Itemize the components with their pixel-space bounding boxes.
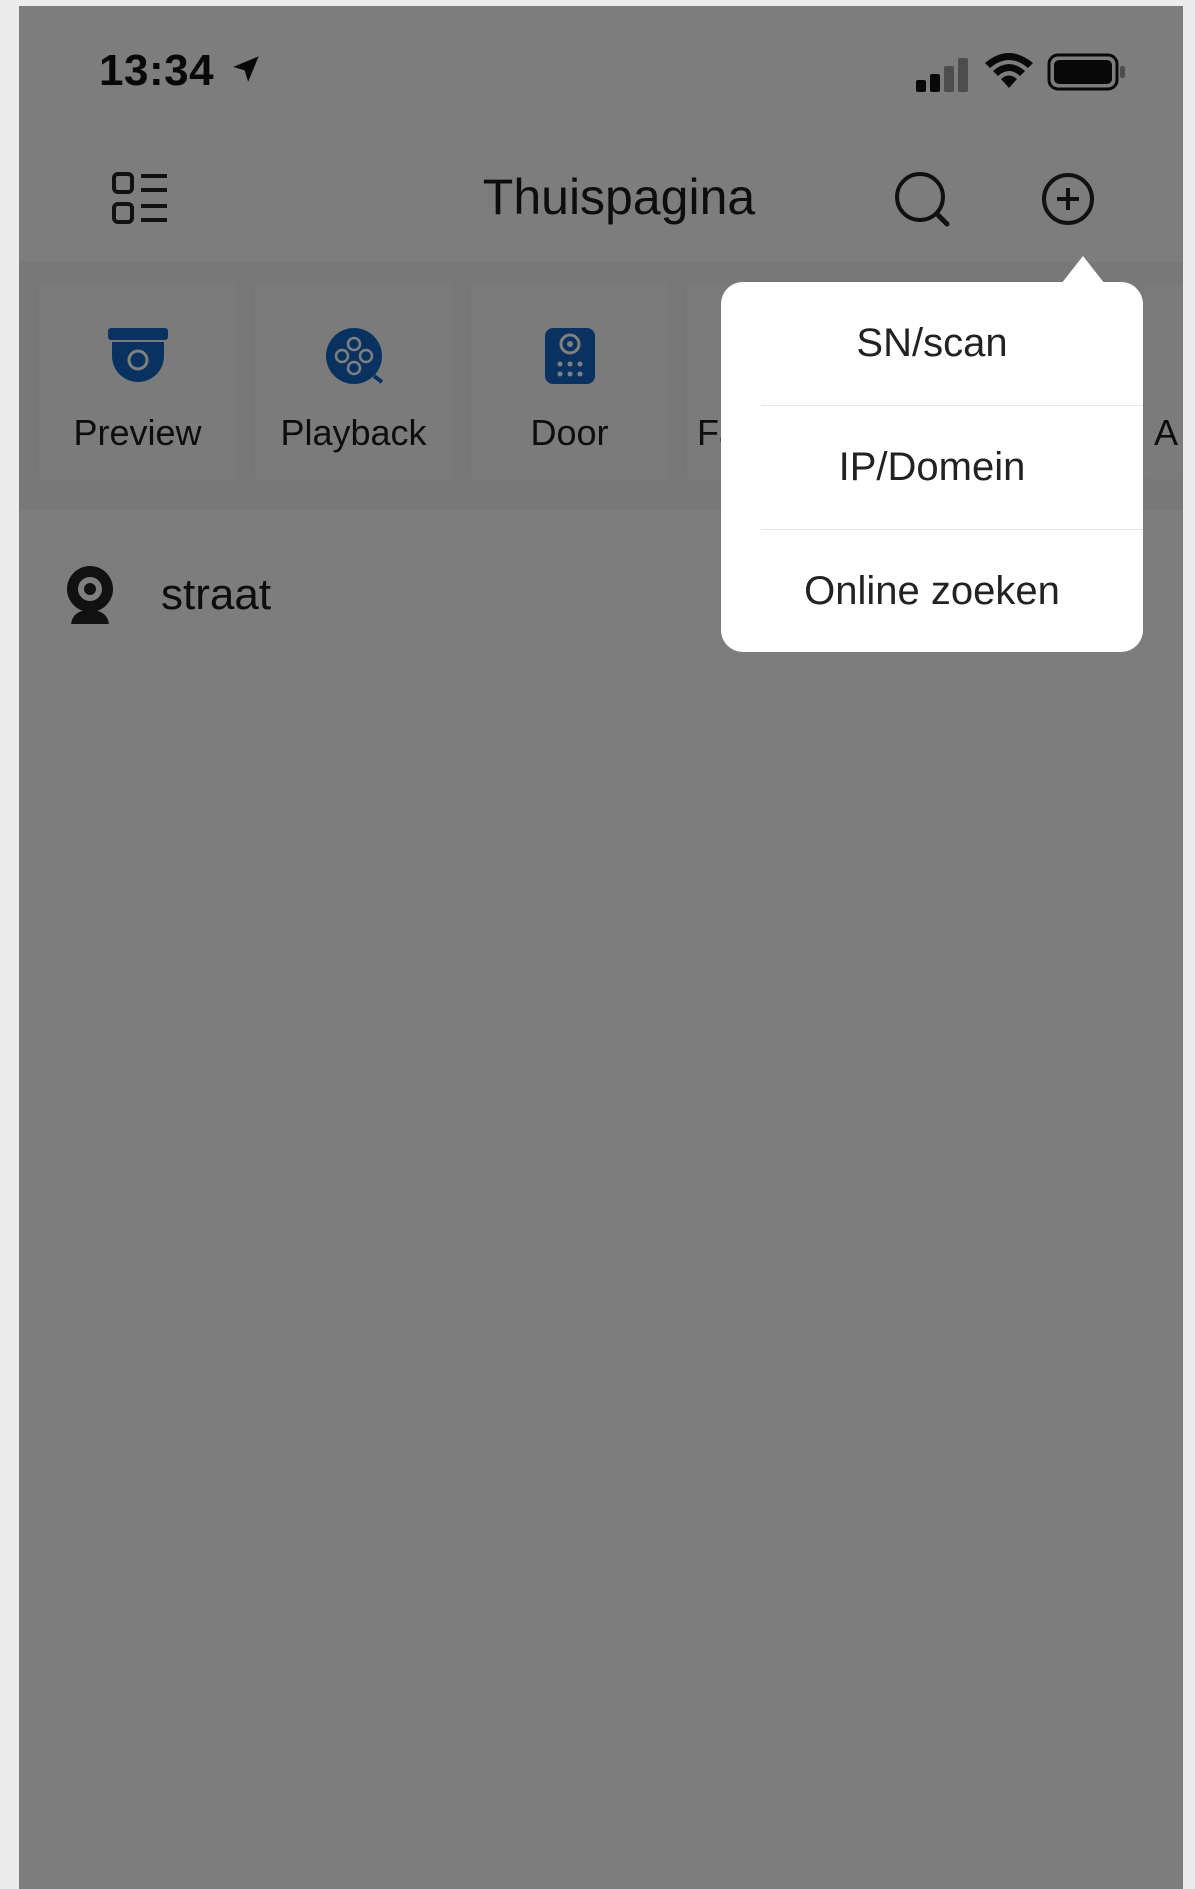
menu-item-online-search[interactable]: Online zoeken — [721, 530, 1143, 652]
popup-arrow — [1061, 256, 1105, 284]
menu-item-sn-scan[interactable]: SN/scan — [721, 282, 1143, 405]
menu-item-ip-domain[interactable]: IP/Domein — [721, 406, 1143, 529]
add-device-menu: SN/scan IP/Domein Online zoeken — [721, 282, 1143, 652]
phone-screen: 13:34 — [19, 6, 1183, 1889]
